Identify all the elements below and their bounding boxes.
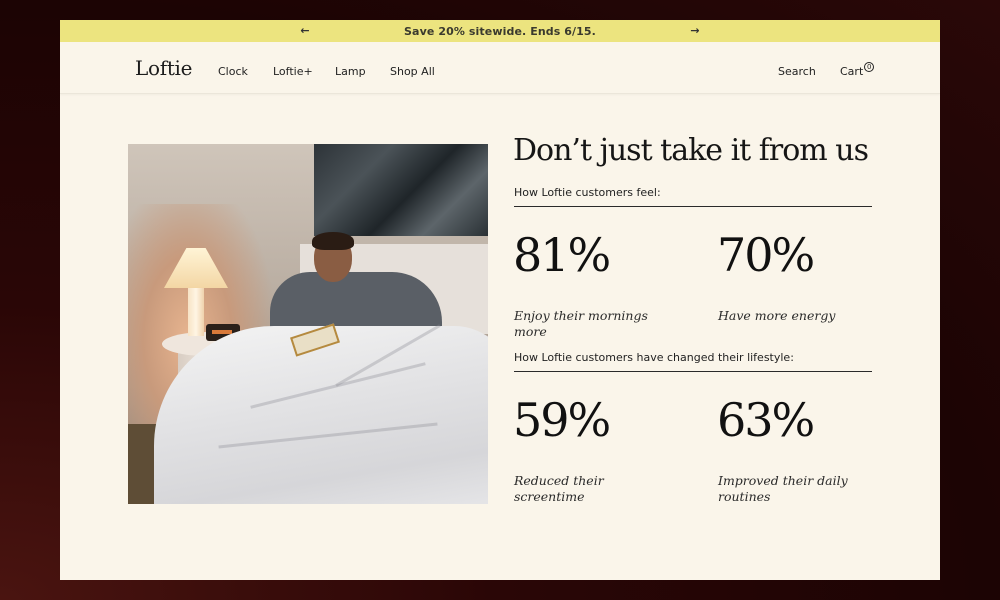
stat-value-energy: 70%	[717, 228, 815, 282]
browser-page: ← Save 20% sitewide. Ends 6/15. → Loftie…	[60, 20, 940, 580]
cart-label: Cart	[840, 65, 864, 78]
section-heading: Don’t just take it from us	[513, 133, 869, 168]
section-label-feel: How Loftie customers feel:	[514, 186, 661, 199]
duvet	[154, 326, 488, 504]
divider	[514, 371, 872, 372]
person-hair	[312, 232, 354, 250]
lifestyle-photo	[128, 144, 488, 504]
divider	[514, 206, 872, 207]
search-link[interactable]: Search	[778, 65, 816, 78]
cart-count-badge: 0	[864, 62, 875, 72]
arrow-left-icon[interactable]: ←	[297, 20, 313, 42]
stat-caption-energy: Have more energy	[718, 308, 836, 323]
stat-caption-routines: Improved their daily routines	[718, 473, 848, 504]
promo-text[interactable]: Save 20% sitewide. Ends 6/15.	[404, 25, 596, 38]
arrow-right-icon[interactable]: →	[687, 20, 703, 42]
stat-caption-screentime: Reduced their screentime	[514, 473, 604, 504]
section-label-lifestyle: How Loftie customers have changed their …	[514, 351, 794, 364]
nav-link-shop-all[interactable]: Shop All	[390, 65, 435, 78]
stat-value-routines: 63%	[717, 393, 815, 447]
stat-value-screentime: 59%	[513, 393, 611, 447]
logo[interactable]: Loftie	[135, 56, 193, 80]
promo-banner: ← Save 20% sitewide. Ends 6/15. →	[60, 20, 940, 42]
stat-caption-mornings: Enjoy their mornings more	[514, 308, 648, 339]
nav-link-lamp[interactable]: Lamp	[335, 65, 366, 78]
header-nav: Loftie Clock Loftie+ Lamp Shop All Searc…	[60, 42, 940, 94]
cart-link[interactable]: Cart 0	[840, 62, 875, 78]
stat-value-mornings: 81%	[513, 228, 611, 282]
wall-painting	[314, 144, 488, 236]
lamp-stem	[188, 284, 204, 336]
nav-link-loftie-plus[interactable]: Loftie+	[273, 65, 313, 78]
nav-link-clock[interactable]: Clock	[218, 65, 248, 78]
